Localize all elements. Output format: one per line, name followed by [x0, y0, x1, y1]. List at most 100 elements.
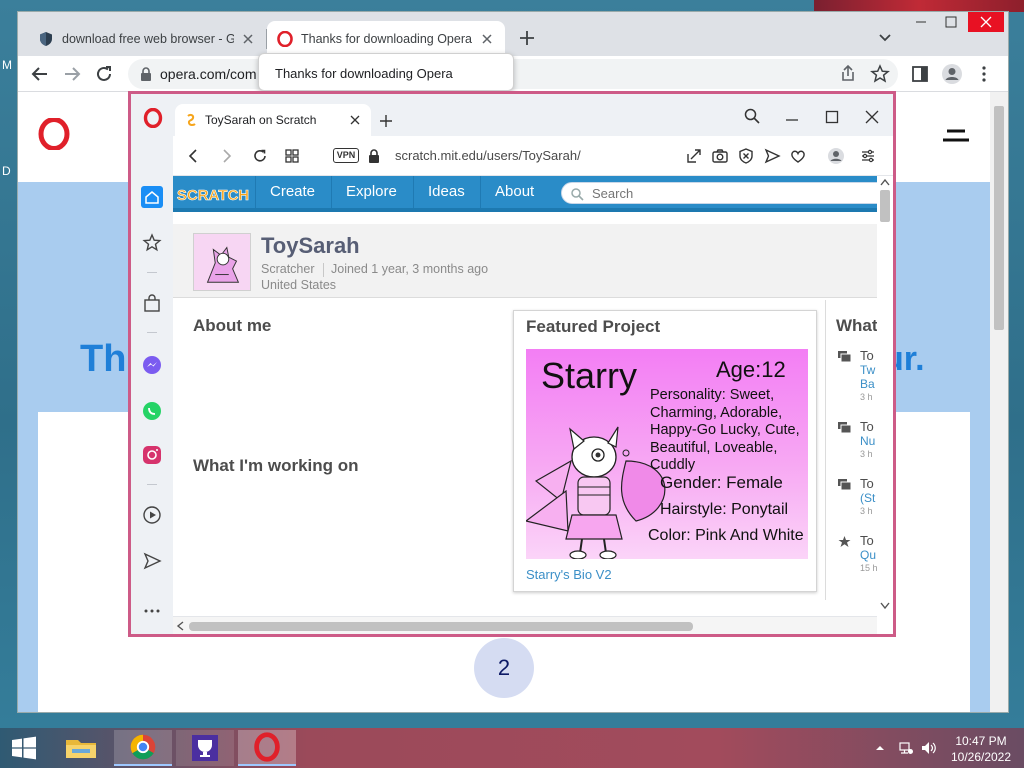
activity-link[interactable]: Qu [860, 548, 876, 562]
heart-icon[interactable] [789, 147, 807, 165]
close-tab-icon[interactable] [240, 31, 256, 47]
volume-icon[interactable] [920, 740, 938, 756]
project-image-gender: Gender: Female [660, 473, 783, 492]
shopping-bag-icon[interactable] [141, 292, 163, 314]
opera-logo-icon[interactable] [143, 108, 163, 128]
send-icon[interactable] [763, 147, 781, 165]
featured-project-thumbnail[interactable]: Starry Age:12 Personality: Sweet, Charmi… [526, 349, 808, 559]
scratch-logo[interactable]: SCRATCH [177, 181, 249, 207]
chrome-icon[interactable] [114, 730, 172, 766]
lock-icon[interactable] [368, 149, 380, 163]
new-tab-plus-icon[interactable] [377, 112, 395, 130]
profile-avatar-icon[interactable] [827, 147, 845, 165]
nav-about[interactable]: About [480, 176, 548, 208]
maximize-icon[interactable] [823, 108, 841, 126]
scroll-down-icon[interactable] [880, 602, 890, 610]
send-flow-icon[interactable] [141, 550, 163, 572]
close-tab-icon[interactable] [479, 31, 495, 47]
opera-logo-icon[interactable] [38, 118, 70, 150]
home-icon[interactable] [141, 186, 163, 208]
scrollbar-thumb[interactable] [994, 106, 1004, 330]
sidebar-divider [147, 332, 157, 333]
close-tab-icon[interactable] [349, 114, 361, 126]
scroll-up-icon[interactable] [880, 178, 890, 186]
side-panel-icon[interactable] [908, 62, 932, 86]
close-window-icon[interactable] [863, 108, 881, 126]
opera-icon[interactable] [238, 730, 296, 766]
opera-browser-window: ToySarah on Scratch VPN scratch.mit.edu/… [128, 91, 896, 637]
more-horizontal-icon[interactable] [141, 600, 163, 622]
activity-link[interactable]: Tw Ba [860, 363, 877, 391]
camera-snapshot-icon[interactable] [711, 147, 729, 165]
bookmark-star-icon[interactable] [868, 62, 892, 86]
chevron-down-icon[interactable] [875, 27, 895, 47]
opera-vertical-scrollbar[interactable] [877, 176, 893, 616]
activity-user: To [860, 419, 874, 434]
desktop-icon-label[interactable]: M [2, 58, 12, 72]
network-icon[interactable] [898, 740, 914, 756]
search-input[interactable] [592, 185, 872, 201]
chevron-up-icon[interactable] [874, 742, 886, 754]
trophy-app-icon[interactable] [176, 730, 234, 766]
step-number-badge: 2 [474, 638, 534, 698]
nav-create[interactable]: Create [255, 176, 329, 208]
windows-start-icon[interactable] [2, 730, 46, 766]
profile-country: United States [261, 278, 337, 292]
activity-link[interactable]: Nu [860, 434, 875, 448]
adblock-icon[interactable] [737, 147, 755, 165]
bookmarks-star-icon[interactable] [141, 232, 163, 254]
profile-avatar-icon[interactable] [940, 62, 964, 86]
scratch-search-box[interactable] [561, 182, 877, 204]
player-icon[interactable] [141, 504, 163, 526]
share-icon[interactable] [836, 62, 860, 86]
nav-ideas[interactable]: Ideas [413, 176, 479, 208]
reload-icon[interactable] [92, 62, 116, 86]
hamburger-menu-icon[interactable] [943, 128, 969, 144]
comment-icon [838, 351, 851, 362]
opera-tab-scratch[interactable]: ToySarah on Scratch [175, 104, 371, 136]
profile-role: Scratcher [261, 262, 315, 276]
opera-address-bar: VPN scratch.mit.edu/users/ToySarah/ [173, 136, 893, 176]
easy-setup-icon[interactable] [859, 147, 877, 165]
whatsapp-icon[interactable] [141, 400, 163, 422]
speed-dial-grid-icon[interactable] [283, 147, 301, 165]
chrome-tab-download[interactable]: download free web browser - Go [28, 21, 266, 56]
tab-hover-tooltip: Thanks for downloading Opera [258, 53, 514, 91]
hero-heading-fragment: Th [80, 338, 127, 380]
edit-share-icon[interactable] [685, 147, 703, 165]
project-image-hair: Hairstyle: Ponytail [660, 501, 789, 518]
nav-explore[interactable]: Explore [331, 176, 411, 208]
featured-project-link[interactable]: Starry's Bio V2 [526, 567, 612, 582]
minimize-icon[interactable] [783, 108, 801, 126]
scrollbar-thumb[interactable] [880, 190, 890, 222]
chrome-tab-opera-thanks[interactable]: Thanks for downloading Opera [267, 21, 505, 56]
file-explorer-icon[interactable] [52, 730, 110, 766]
minimize-icon[interactable] [906, 12, 936, 32]
desktop-icon-label[interactable]: D [2, 164, 11, 178]
activity-time: 3 h [860, 392, 873, 402]
messenger-icon[interactable] [141, 354, 163, 376]
back-arrow-icon[interactable] [28, 62, 52, 86]
more-vertical-icon[interactable] [972, 62, 996, 86]
clock-time[interactable]: 10:47 PM [950, 734, 1012, 748]
scroll-left-icon[interactable] [176, 621, 184, 631]
avatar[interactable] [193, 233, 251, 291]
search-icon [571, 188, 584, 201]
instagram-icon[interactable] [141, 444, 163, 466]
page-scrollbar[interactable] [990, 92, 1008, 712]
reload-icon[interactable] [251, 147, 269, 165]
maximize-icon[interactable] [936, 12, 966, 32]
back-arrow-icon[interactable] [185, 147, 203, 165]
clock-date[interactable]: 10/26/2022 [950, 750, 1012, 764]
opera-horizontal-scrollbar[interactable] [173, 616, 877, 634]
forward-arrow-icon[interactable] [217, 147, 235, 165]
project-image-title: Starry [541, 355, 638, 396]
forward-arrow-icon[interactable] [60, 62, 84, 86]
opera-url[interactable]: scratch.mit.edu/users/ToySarah/ [395, 148, 581, 163]
scrollbar-thumb[interactable] [189, 622, 693, 631]
vpn-badge[interactable]: VPN [333, 148, 359, 163]
activity-link[interactable]: (St [860, 491, 875, 505]
close-window-icon[interactable] [968, 12, 1004, 32]
new-tab-plus-icon[interactable] [515, 26, 539, 50]
search-icon[interactable] [743, 107, 761, 125]
